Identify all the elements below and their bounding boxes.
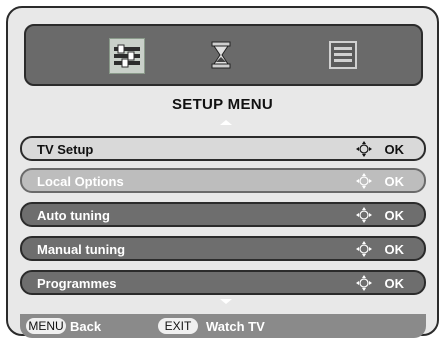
menu-item-manual-tuning[interactable]: Manual tuning OK <box>20 236 426 261</box>
category-icon-bar <box>24 24 423 86</box>
menu-key-button[interactable]: MENU <box>26 318 66 334</box>
exit-key-button[interactable]: EXIT <box>158 318 198 334</box>
settings-sliders-icon[interactable] <box>109 38 145 74</box>
setup-menu-panel: SETUP MENU TV Setup OK Local Options OK … <box>6 6 439 338</box>
navigate-icon <box>356 141 372 157</box>
hourglass-icon[interactable] <box>204 38 238 72</box>
menu-item-label: Programmes <box>37 276 117 291</box>
menu-item-label: Manual tuning <box>37 242 126 257</box>
ok-label: OK <box>384 276 405 291</box>
watch-tv-hint: Watch TV <box>206 319 265 334</box>
back-hint: Back <box>70 319 102 334</box>
screen-icon[interactable] <box>326 38 360 72</box>
menu-title: SETUP MENU <box>171 96 274 113</box>
navigate-icon <box>356 207 372 223</box>
footer-hint-bar: MENU Back EXIT Watch TV <box>20 314 426 338</box>
menu-item-label: Local Options <box>37 174 124 189</box>
ok-label: OK <box>384 242 405 257</box>
menu-item-programmes[interactable]: Programmes OK <box>20 270 426 295</box>
ok-label: OK <box>384 142 405 157</box>
navigate-icon <box>356 275 372 291</box>
ok-label: OK <box>384 174 405 189</box>
menu-item-local-options[interactable]: Local Options OK <box>20 168 426 193</box>
navigate-icon <box>356 173 372 189</box>
menu-item-tv-setup[interactable]: TV Setup OK <box>20 136 426 161</box>
ok-label: OK <box>384 208 405 223</box>
navigate-icon <box>356 241 372 257</box>
scroll-up-icon <box>220 120 232 125</box>
menu-item-label: TV Setup <box>37 142 94 157</box>
menu-item-auto-tuning[interactable]: Auto tuning OK <box>20 202 426 227</box>
menu-item-label: Auto tuning <box>37 208 110 223</box>
scroll-down-icon <box>220 299 232 304</box>
